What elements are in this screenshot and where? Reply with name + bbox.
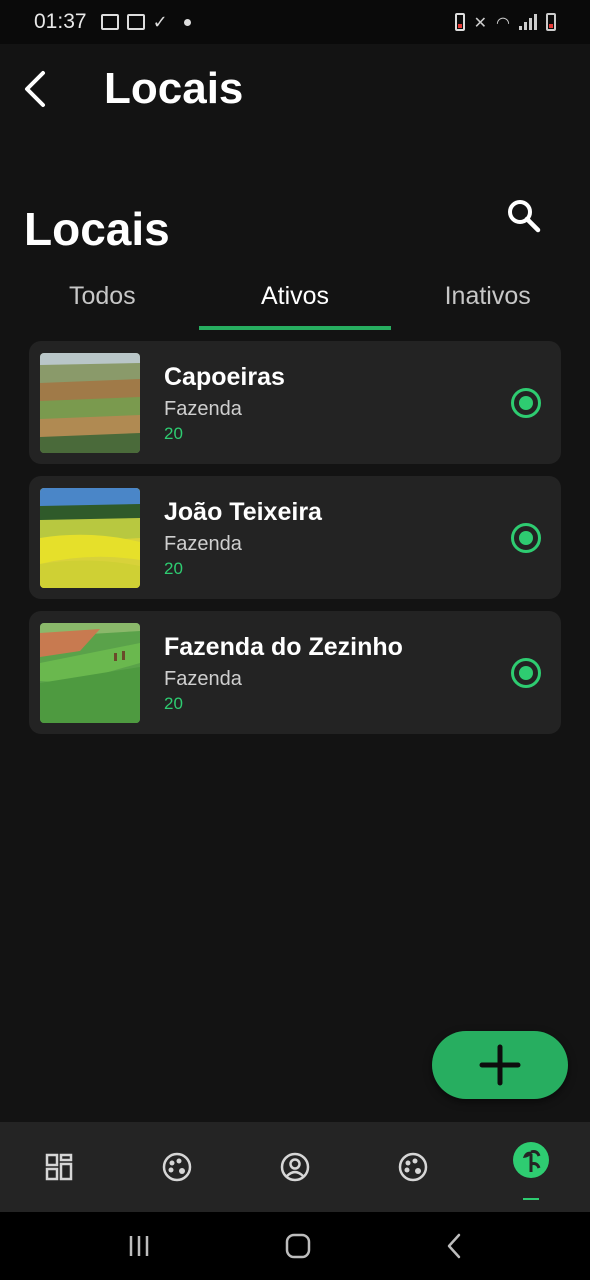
search-button[interactable] [500, 192, 548, 240]
active-radio[interactable] [511, 658, 541, 688]
back-nav-icon[interactable] [444, 1232, 464, 1260]
palette-icon [162, 1152, 192, 1182]
nav-item-locations[interactable] [472, 1122, 590, 1212]
location-card[interactable]: Fazenda do Zezinho Fazenda 20 [29, 611, 561, 734]
plant-icon [513, 1142, 549, 1178]
user-circle-icon [280, 1152, 310, 1182]
image-icon [100, 14, 119, 30]
location-name: João Teixeira [164, 497, 322, 526]
check-icon: ✓ [152, 11, 168, 33]
nav-item-palette[interactable] [118, 1122, 236, 1212]
arrow-left-icon [25, 71, 45, 107]
bottom-navigation [0, 1122, 590, 1212]
locations-list: Capoeiras Fazenda 20 João Teixeira Fazen… [29, 341, 561, 746]
home-icon[interactable] [284, 1232, 312, 1260]
nav-item-profile[interactable] [236, 1122, 354, 1212]
active-radio[interactable] [511, 388, 541, 418]
wifi-icon: ◠ [496, 12, 510, 32]
tab-inativos[interactable]: Inativos [391, 262, 584, 330]
back-button[interactable] [4, 59, 64, 119]
tab-todos[interactable]: Todos [6, 262, 199, 330]
battery-saver-icon [454, 13, 465, 31]
search-icon [508, 200, 541, 233]
location-image [40, 622, 140, 723]
location-count: 20 [164, 423, 183, 443]
status-time: 01:37 [34, 10, 87, 33]
nav-item-dashboard[interactable] [0, 1122, 118, 1212]
palette-icon [398, 1152, 428, 1182]
voicemail-icon [126, 14, 145, 30]
dot-icon [183, 18, 191, 26]
location-name: Capoeiras [164, 362, 285, 391]
battery-icon [546, 13, 556, 31]
location-type: Fazenda [164, 667, 242, 690]
app-bar: Locais [0, 44, 590, 134]
location-card[interactable]: Capoeiras Fazenda 20 [29, 341, 561, 464]
system-icons: ✕ ◠ [454, 12, 556, 32]
tab-ativos[interactable]: Ativos [198, 262, 392, 330]
location-card[interactable]: João Teixeira Fazenda 20 [29, 476, 561, 599]
recent-apps-icon[interactable] [126, 1233, 152, 1259]
filter-tabs: Todos Ativos Inativos [6, 262, 584, 330]
grid-icon [45, 1153, 73, 1181]
nav-item-palette-2[interactable] [354, 1122, 472, 1212]
active-indicator [523, 1198, 539, 1200]
location-type: Fazenda [164, 532, 242, 555]
plus-icon [479, 1044, 521, 1086]
add-location-button[interactable] [432, 1031, 568, 1099]
location-type: Fazenda [164, 397, 242, 420]
location-name: Fazenda do Zezinho [164, 632, 403, 661]
page-title: Locais [104, 64, 244, 113]
active-radio[interactable] [511, 523, 541, 553]
location-count: 20 [164, 693, 183, 713]
mute-icon: ✕ [473, 12, 488, 32]
section-title: Locais [24, 203, 170, 255]
location-count: 20 [164, 558, 183, 578]
location-image [40, 487, 140, 588]
notification-icons: ✓ [100, 11, 191, 33]
location-image [40, 352, 140, 453]
system-navigation [0, 1212, 590, 1280]
signal-icon [519, 14, 537, 30]
status-bar: 01:37 ✓ ✕ ◠ [0, 0, 590, 44]
